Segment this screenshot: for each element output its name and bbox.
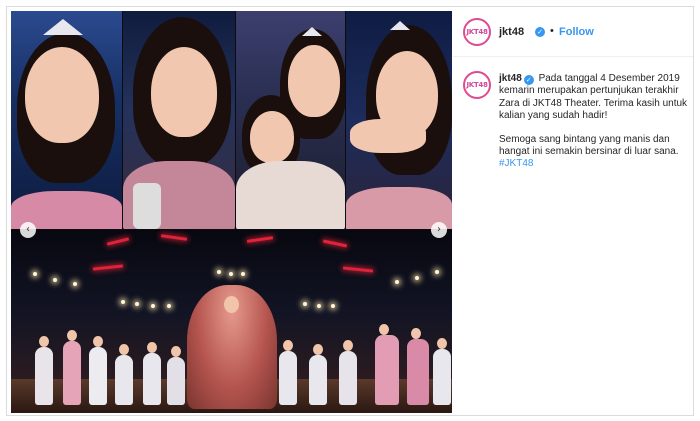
tiara-shape: [302, 27, 322, 36]
stage-spotlight: [415, 276, 419, 280]
stage-spotlight: [317, 304, 321, 308]
dancer-figure: [309, 344, 327, 405]
dancer-figure: [433, 338, 451, 405]
caption-paragraph-2: Semoga sang bintang yang manis dan hanga…: [499, 133, 679, 158]
post-header: JKT48 jkt48 ✓ • Follow: [453, 7, 693, 57]
dancer-figure: [115, 344, 133, 405]
stage-spotlight: [53, 278, 57, 282]
dancer-figure: [167, 346, 185, 405]
tiara-shape: [390, 21, 410, 30]
header-separator: •: [550, 25, 554, 37]
collage-photo-1: [11, 11, 122, 229]
avatar-logo-text: JKT48: [466, 81, 488, 89]
stage-light-bar: [246, 236, 274, 243]
face-shape: [250, 111, 294, 163]
post-side-panel: JKT48 jkt48 ✓ • Follow JKT48 jkt48 ✓ Pada…: [453, 7, 693, 415]
collage-photo-5-stage: [11, 230, 452, 413]
hashtag-link[interactable]: #JKT48: [499, 158, 533, 169]
stage-spotlight: [229, 272, 233, 276]
dancer-figure: [63, 330, 81, 405]
dancer-figure: [407, 328, 429, 405]
header-username[interactable]: jkt48: [499, 26, 524, 38]
stage-spotlight: [241, 272, 245, 276]
stage-spotlight: [135, 302, 139, 306]
dancer-figure: [35, 336, 53, 405]
stage-spotlight: [167, 304, 171, 308]
stage-spotlight: [331, 304, 335, 308]
stage-spotlight: [121, 300, 125, 304]
caption-avatar[interactable]: JKT48: [463, 71, 491, 99]
stage-spotlight: [151, 304, 155, 308]
hand-shape: [350, 119, 426, 153]
dancer-figure: [339, 340, 357, 405]
stage-spotlight: [435, 270, 439, 274]
dancer-figure: [279, 340, 297, 405]
center-performer-head: [224, 296, 239, 313]
stage-light-bar: [342, 266, 374, 273]
stage-spotlight: [217, 270, 221, 274]
stage-light-bar: [92, 264, 124, 271]
follow-button[interactable]: Follow: [559, 26, 594, 38]
avatar[interactable]: JKT48: [463, 18, 491, 46]
dancer-figure: [375, 324, 399, 405]
post-caption: jkt48 ✓ Pada tanggal 4 Desember 2019 kema…: [499, 73, 689, 171]
microphone-shape: [133, 183, 161, 229]
collage-photo-3: [236, 11, 345, 229]
collage-photo-4: [346, 11, 452, 229]
collage-photo-2: [123, 11, 235, 229]
carousel-prev-button[interactable]: ‹: [20, 222, 36, 238]
dress-shape: [236, 161, 345, 229]
stage-spotlight: [303, 302, 307, 306]
stage-spotlight: [395, 280, 399, 284]
stage-light-bar: [160, 234, 188, 241]
stage-light-bar: [322, 239, 348, 248]
stage-spotlight: [33, 272, 37, 276]
dancer-figure: [89, 336, 107, 405]
tiara-shape: [43, 19, 83, 35]
chevron-left-icon: ‹: [26, 224, 30, 235]
stage-spotlight: [73, 282, 77, 286]
face-shape: [25, 47, 99, 143]
carousel-next-button[interactable]: ›: [431, 222, 447, 238]
instagram-post: ‹ › JKT48 jkt48 ✓ • Follow JKT48 jkt48 ✓ …: [6, 6, 694, 416]
face-shape: [151, 47, 217, 137]
verified-badge-icon: ✓: [535, 27, 545, 37]
caption-username[interactable]: jkt48: [499, 73, 522, 84]
stage-light-bar: [106, 237, 130, 246]
verified-badge-icon: ✓: [523, 75, 534, 85]
post-image-collage[interactable]: ‹ ›: [11, 11, 452, 413]
dancer-figure: [143, 342, 161, 405]
avatar-logo-text: JKT48: [466, 28, 488, 36]
chevron-right-icon: ›: [437, 224, 441, 235]
face-shape: [288, 45, 340, 117]
